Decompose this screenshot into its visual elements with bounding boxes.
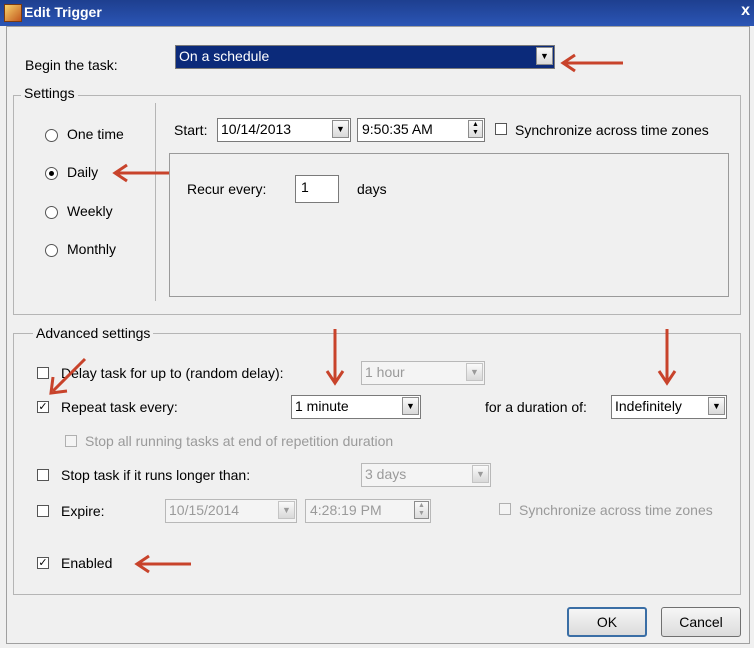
spinner-arrows-icon[interactable]: ▲ ▼ [468,120,483,138]
radio-monthly-label[interactable]: Monthly [67,241,116,257]
stop-long-task-label[interactable]: Stop task if it runs longer than: [61,467,250,483]
repeat-duration-value: Indefinitely [615,398,682,414]
enabled-checkbox[interactable]: ✓ [37,557,49,569]
start-time-value: 9:50:35 AM [362,121,433,137]
chevron-down-icon[interactable]: ▼ [278,501,295,519]
ok-button[interactable]: OK [567,607,647,637]
recur-days-value: 1 [301,179,309,195]
stop-long-duration-select[interactable]: 3 days ▼ [361,463,491,487]
radio-weekly[interactable] [45,206,58,219]
annotation-arrow-diagonal-icon [49,357,87,395]
recur-panel [169,153,729,297]
task-scheduler-icon [4,4,22,22]
delay-duration-select[interactable]: 1 hour ▼ [361,361,485,385]
cancel-button[interactable]: Cancel [661,607,741,637]
expire-sync-label[interactable]: Synchronize across time zones [519,502,713,518]
repeat-duration-select[interactable]: Indefinitely ▼ [611,395,727,419]
annotation-arrow-down-icon [657,329,677,386]
radio-one-time[interactable] [45,129,58,142]
chevron-down-icon[interactable]: ▼ [466,363,483,381]
stop-long-duration-value: 3 days [365,466,407,482]
expire-time-value: 4:28:19 PM [310,502,382,518]
sync-time-zones-checkbox[interactable] [495,123,507,135]
expire-label[interactable]: Expire: [61,503,105,519]
chevron-down-icon[interactable]: ▼ [536,47,553,65]
title-bar: Edit Trigger x [0,0,754,26]
begin-task-label: Begin the task: [25,57,118,73]
recur-days-input[interactable]: 1 [295,175,339,203]
delay-task-label[interactable]: Delay task for up to (random delay): [61,365,284,381]
recur-every-label: Recur every: [187,181,267,197]
stop-all-tasks-label[interactable]: Stop all running tasks at end of repetit… [85,433,393,449]
start-label: Start: [174,122,208,138]
chevron-down-icon[interactable]: ▼ [708,397,725,415]
repeat-interval-value: 1 minute [295,398,349,414]
begin-task-value: On a schedule [179,48,270,64]
edit-trigger-dialog: Edit Trigger x Begin the task: On a sche… [0,0,754,648]
expire-sync-checkbox[interactable] [499,503,511,515]
repeat-task-label[interactable]: Repeat task every: [61,399,178,415]
repeat-interval-select[interactable]: 1 minute ▼ [291,395,421,419]
stop-long-task-checkbox[interactable] [37,469,49,481]
radio-monthly[interactable] [45,244,58,257]
sync-time-zones-label[interactable]: Synchronize across time zones [515,122,709,138]
annotation-arrow-down-icon [325,329,345,386]
radio-daily-label[interactable]: Daily [67,164,98,180]
dialog-body: Begin the task: On a schedule ▼ Settings… [6,26,750,644]
stop-all-tasks-checkbox[interactable] [65,435,77,447]
radio-selected-dot [49,171,54,176]
radio-one-time-label[interactable]: One time [67,126,124,142]
close-icon[interactable]: x [741,2,750,20]
settings-divider [155,103,156,301]
begin-task-select[interactable]: On a schedule ▼ [175,45,555,69]
annotation-arrow-left-icon [560,53,623,73]
advanced-settings-title: Advanced settings [33,325,154,341]
radio-weekly-label[interactable]: Weekly [67,203,113,219]
recur-unit-label: days [357,181,387,197]
chevron-down-icon[interactable]: ▼ [472,465,489,483]
duration-label: for a duration of: [485,399,587,415]
annotation-arrow-left-icon [134,554,191,574]
window-title: Edit Trigger [24,4,102,20]
spinner-arrows-icon[interactable]: ▲ ▼ [414,501,429,519]
expire-time-spinner[interactable]: 4:28:19 PM ▲ ▼ [305,499,431,523]
settings-group-title: Settings [21,85,78,101]
expire-date-picker[interactable]: 10/15/2014 ▼ [165,499,297,523]
expire-checkbox[interactable] [37,505,49,517]
expire-date-value: 10/15/2014 [169,502,240,518]
start-date-value: 10/14/2013 [221,121,292,137]
chevron-down-icon[interactable]: ▼ [402,397,419,415]
delay-duration-value: 1 hour [365,364,405,380]
repeat-task-checkbox[interactable]: ✓ [37,401,49,413]
enabled-label[interactable]: Enabled [61,555,112,571]
start-time-spinner[interactable]: 9:50:35 AM ▲ ▼ [357,118,485,142]
chevron-down-icon[interactable]: ▼ [332,120,349,138]
radio-daily[interactable] [45,167,58,180]
start-date-picker[interactable]: 10/14/2013 ▼ [217,118,351,142]
annotation-arrow-left-icon [112,163,169,183]
